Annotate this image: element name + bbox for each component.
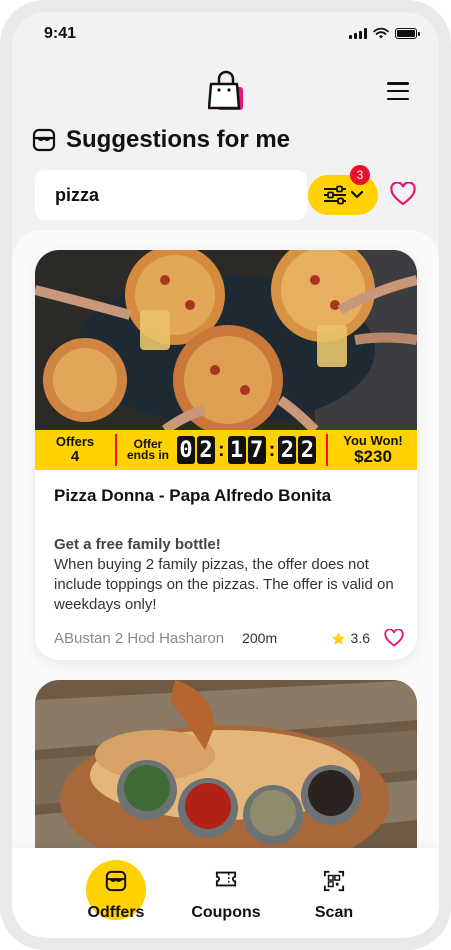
offer-title: Pizza Donna - Papa Alfredo Bonita (54, 486, 332, 505)
phone-frame: 9:41 Suggestions for me pizza 3 Offers 4… (0, 0, 451, 950)
filter-count-badge: 3 (350, 165, 370, 185)
pizza-photo-illustration (35, 250, 417, 430)
countdown-timer: 0 2 : 1 7 : 2 2 (177, 436, 317, 464)
offer-footer: ABustan 2 Hod Hasharon 200m 3.6 (54, 626, 404, 650)
status-icons (349, 27, 420, 39)
page-title: Suggestions for me (66, 126, 291, 153)
nav-item-coupons[interactable]: Coupons (176, 848, 276, 938)
timer-digit: 2 (298, 436, 317, 464)
offer-details: When buying 2 family pizzas, the offer d… (54, 556, 394, 613)
offer-address: ABustan 2 Hod Hasharon (54, 629, 225, 647)
nav-item-offers[interactable]: Odffers (66, 848, 166, 938)
favorites-heart-icon[interactable] (390, 182, 416, 206)
battery-icon (395, 27, 420, 39)
wifi-icon (373, 27, 389, 39)
offer-ends-label: Offer ends in (126, 437, 169, 462)
app-screen: 9:41 Suggestions for me pizza 3 Offers 4… (12, 12, 439, 938)
shopping-bag-logo-icon (208, 70, 243, 110)
offer-description: Get a free family bottle! When buying 2 … (54, 535, 394, 615)
nav-label: Odffers (87, 904, 145, 921)
offer-highlight: Get a free family bottle! (54, 536, 221, 553)
timer-digit: 0 (177, 436, 195, 464)
timer-digit: 2 (197, 436, 215, 464)
offers-feed[interactable]: Offers 4 Offer ends in 0 2 : 1 7 : 2 2 Y… (12, 230, 439, 938)
timer-separator: : (268, 438, 276, 461)
favorite-heart-icon[interactable] (384, 629, 404, 647)
offer-distance: 200m (242, 630, 278, 646)
nav-label: Coupons (191, 904, 261, 921)
bottom-nav: Odffers Coupons Scan (12, 848, 439, 938)
sliders-icon (324, 185, 346, 205)
status-time: 9:41 (44, 25, 77, 42)
won-amount: You Won! $230 (343, 433, 403, 466)
offer-photo (35, 250, 417, 430)
store-icon (105, 870, 127, 892)
ticket-icon (215, 871, 237, 887)
status-bar: 9:41 (12, 12, 439, 56)
offer-rating: 3.6 (331, 630, 370, 646)
chevron-down-icon (351, 191, 363, 199)
timer-digit: 2 (278, 436, 297, 464)
timer-digit: 7 (247, 436, 266, 464)
nav-item-scan[interactable]: Scan (284, 848, 384, 938)
search-input[interactable] (35, 170, 307, 220)
qr-scan-icon (323, 870, 345, 892)
timer-digit: 1 (227, 436, 246, 464)
star-icon (331, 631, 345, 645)
nav-label: Scan (314, 904, 354, 921)
offer-timer-bar: Offers 4 Offer ends in 0 2 : 1 7 : 2 2 Y… (35, 430, 417, 470)
timer-separator: : (218, 438, 225, 461)
signal-icon (349, 27, 367, 39)
section-header: Suggestions for me (32, 126, 290, 154)
rating-value: 3.6 (350, 630, 370, 646)
offer-card[interactable]: Offers 4 Offer ends in 0 2 : 1 7 : 2 2 Y… (35, 250, 417, 660)
hamburger-menu-icon[interactable] (387, 82, 409, 100)
store-icon (32, 128, 56, 152)
offers-count: Offers 4 (55, 434, 95, 465)
